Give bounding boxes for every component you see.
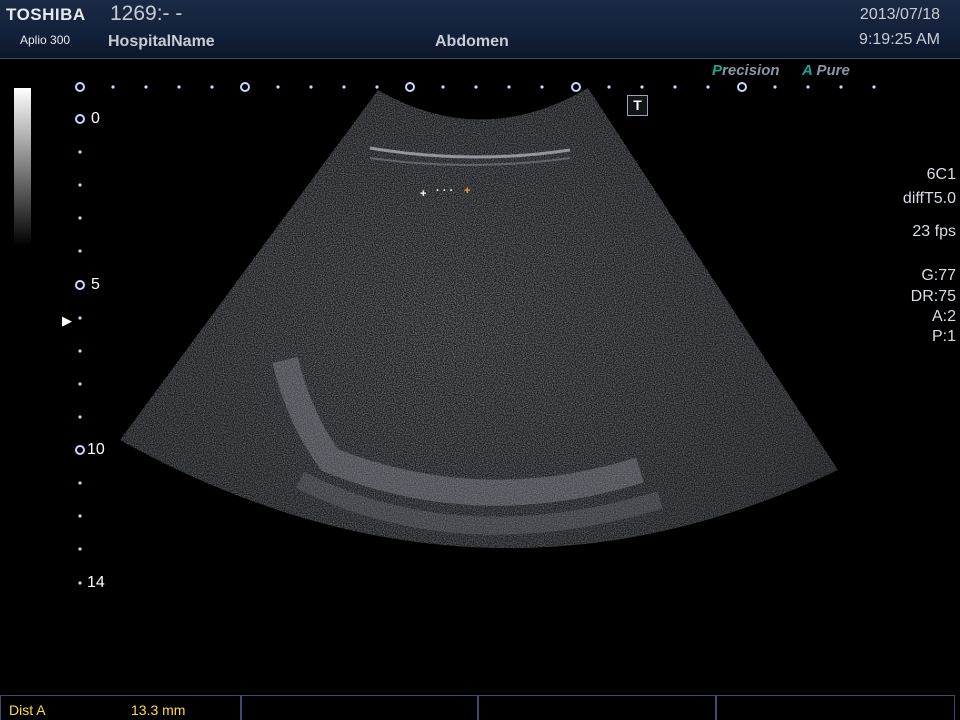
caliper-end[interactable]: + [464, 185, 470, 197]
ultrasound-image [75, 82, 876, 585]
gain-value: G:77 [921, 267, 956, 284]
dynamic-range-value: DR:75 [910, 288, 956, 305]
frame-rate: 23 fps [912, 223, 956, 240]
dist-label: Dist A [9, 702, 46, 718]
caliper-start[interactable]: + [420, 188, 426, 200]
caliper-dotted-line: · · · [436, 185, 454, 197]
focus-marker[interactable]: ▶ [62, 313, 72, 329]
footer-cell-2 [240, 695, 479, 720]
probe-label: 6C1 [926, 166, 956, 183]
a-value: A:2 [931, 308, 956, 325]
depth-label-10: 10 [87, 441, 105, 458]
t-marker-icon[interactable]: T [627, 95, 648, 116]
footer-cell-3 [477, 695, 717, 720]
depth-label-14: 14 [87, 574, 105, 591]
footer-cell-4 [715, 695, 955, 720]
lateral-scale [75, 82, 876, 92]
mode-label: diffT5.0 [902, 190, 956, 207]
depth-label-5: 5 [91, 276, 100, 293]
sector-scan [120, 88, 838, 549]
depth-scale [75, 114, 85, 585]
depth-label-0: 0 [91, 110, 100, 127]
measurement-footer: Dist A 13.3 mm [0, 695, 960, 720]
measurement-cell: Dist A 13.3 mm [0, 695, 242, 720]
p-value: P:1 [931, 328, 956, 345]
dist-value: 13.3 mm [131, 702, 186, 718]
